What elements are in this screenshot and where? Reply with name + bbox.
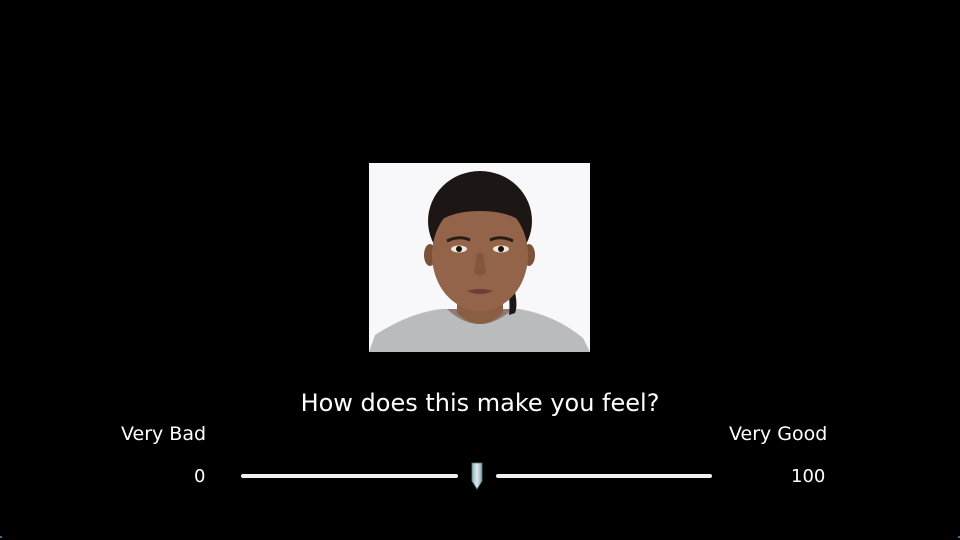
slider-thumb-icon xyxy=(471,462,482,490)
rating-screen: How does this make you feel? Very Bad Ve… xyxy=(0,0,960,540)
slider-thumb[interactable] xyxy=(471,462,483,490)
question-text: How does this make you feel? xyxy=(300,389,660,417)
right-anchor-label: Very Good xyxy=(729,423,828,445)
slider-track-right[interactable] xyxy=(495,474,712,478)
stimulus-photo xyxy=(369,163,590,352)
left-anchor-label: Very Bad xyxy=(121,423,207,445)
face-portrait-image xyxy=(369,163,590,352)
scale-max-label: 100 xyxy=(791,466,826,487)
slider-track-left[interactable] xyxy=(241,474,458,478)
scale-min-label: 0 xyxy=(194,466,206,487)
corner-marker-left xyxy=(0,536,2,538)
